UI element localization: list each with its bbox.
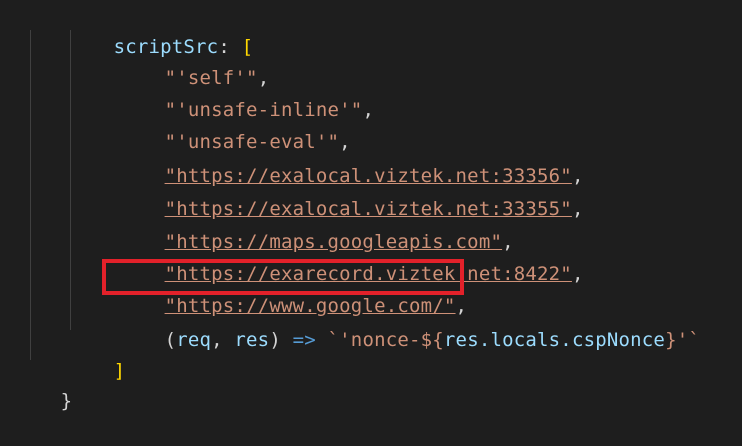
param-res: res [234,329,270,351]
param-req: req [176,329,212,351]
comma: , [571,198,584,220]
comma: , [571,263,584,285]
template-start: `'nonce-${ [315,329,444,351]
code-line-1: scriptSrc: [ [67,2,253,58]
code-line-2: "'self'", [118,33,270,89]
highlight-box [102,259,464,295]
code-line-4: "'unsafe-eval'", [118,97,351,153]
template-end: }'` [665,329,700,351]
code-line-11: ] [67,326,125,382]
arrow-operator: => [292,329,316,351]
close-bracket: ] [113,360,126,382]
code-line-8: "https://exarecord.viztek.net:8422", [118,229,584,285]
code-line-7: "https://maps.googleapis.com", [118,197,514,253]
close-brace: } [60,390,73,412]
param-separator: , [211,329,235,351]
indent-guide [30,30,31,360]
code-line-5: "https://exalocal.viztek.net:33356", [118,131,584,187]
code-line-12: } [14,356,72,412]
code-editor[interactable]: scriptSrc: [ "'self'", "'unsafe-inline'"… [0,0,742,412]
code-line-3: "'unsafe-inline'", [118,65,374,121]
code-line-6: "https://exalocal.viztek.net:33355", [118,164,584,220]
open-paren: ( [164,329,177,351]
comma: , [362,99,375,121]
code-line-10: (req, res) => `'nonce-${res.locals.cspNo… [118,295,700,351]
close-paren: ) [269,329,293,351]
template-expression: res.locals.cspNonce [443,329,666,351]
